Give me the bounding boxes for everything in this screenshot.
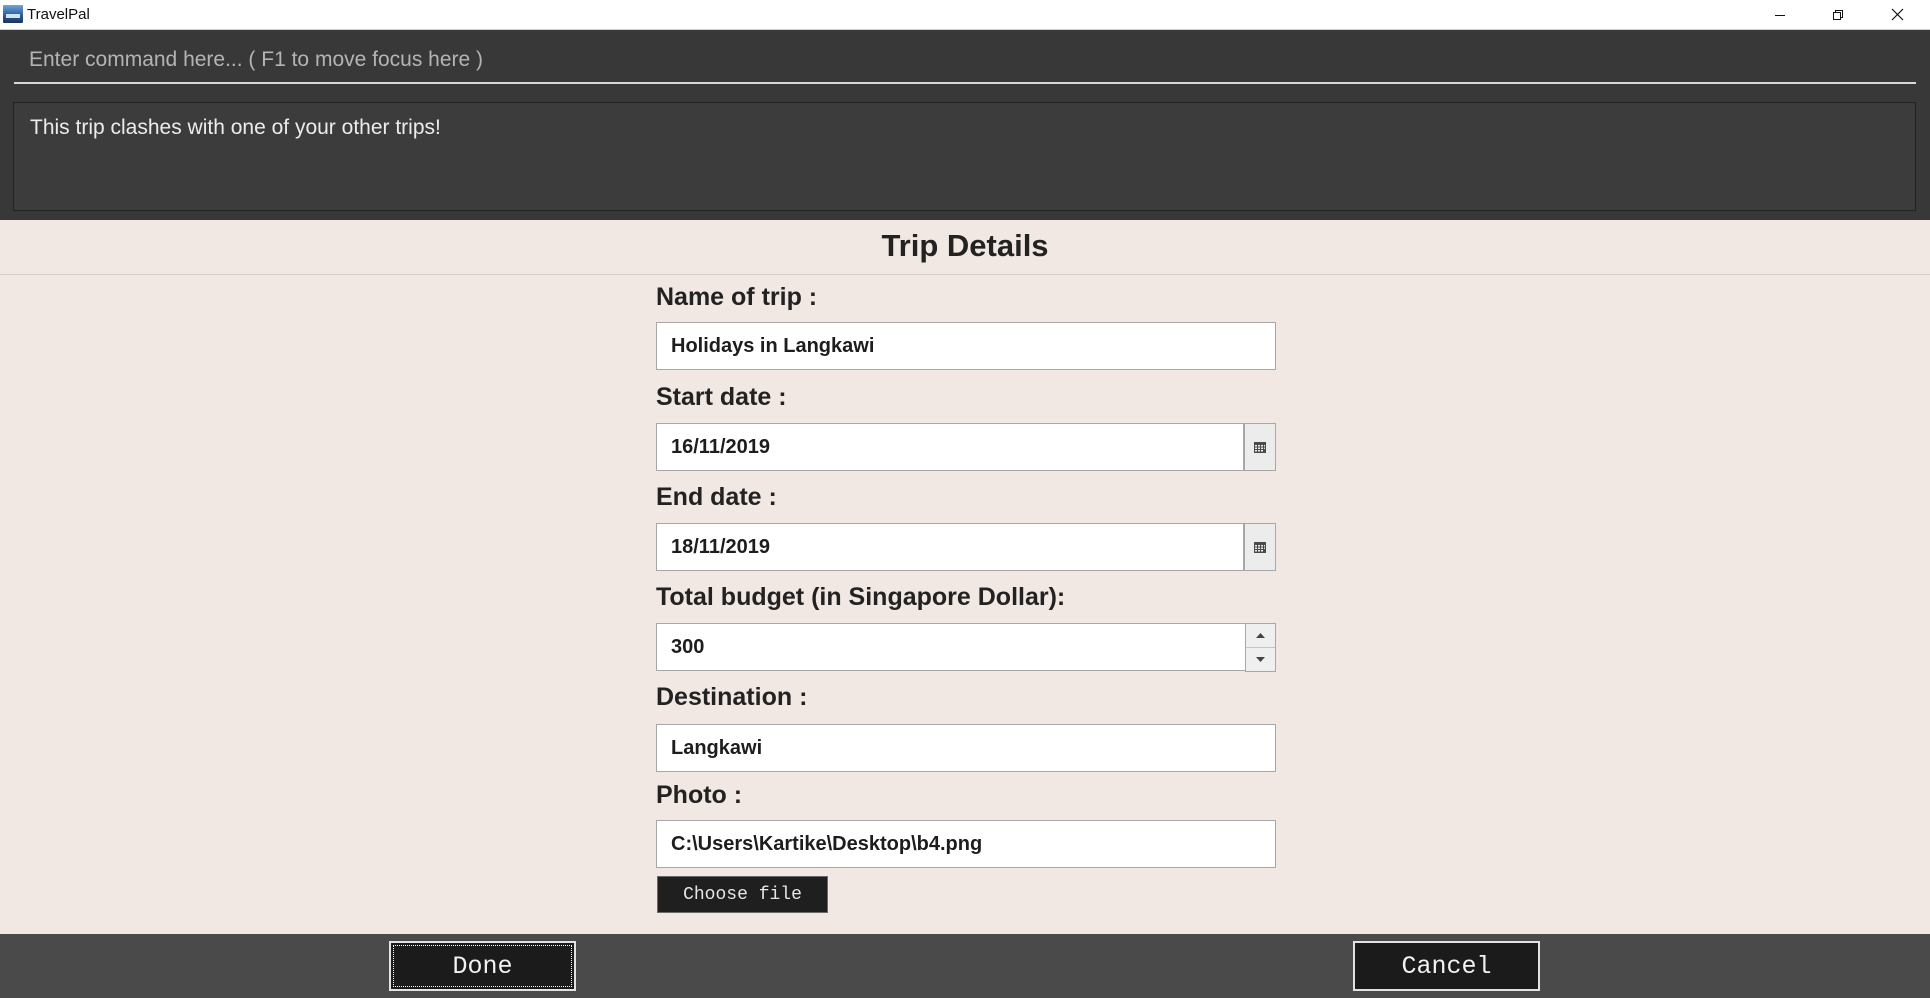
command-input[interactable] <box>14 38 1916 84</box>
decrement-button[interactable] <box>1246 648 1275 671</box>
budget-label: Total budget (in Singapore Dollar): <box>656 583 1066 611</box>
destination-label: Destination : <box>656 683 808 711</box>
start-date-label: Start date : <box>656 383 787 411</box>
minimize-button[interactable] <box>1751 0 1809 29</box>
command-area: This trip clashes with one of your other… <box>0 30 1930 220</box>
start-date-picker-button[interactable] <box>1244 423 1276 471</box>
budget-spinner <box>1245 623 1276 672</box>
form-title: Trip Details <box>881 228 1049 263</box>
trip-name-label: Name of trip : <box>656 283 818 311</box>
trip-details-form: Trip Details Name of trip : Start date :… <box>0 220 1930 934</box>
destination-field[interactable] <box>656 724 1276 772</box>
calendar-icon <box>1254 541 1266 553</box>
window-title-bar: TravelPal <box>0 0 1930 30</box>
cancel-button[interactable]: Cancel <box>1353 941 1540 991</box>
choose-file-button[interactable]: Choose file <box>657 876 828 913</box>
form-header: Trip Details <box>0 220 1930 275</box>
result-display: This trip clashes with one of your other… <box>13 102 1916 211</box>
trip-name-field[interactable] <box>656 322 1276 370</box>
end-date-label: End date : <box>656 483 777 511</box>
photo-label: Photo : <box>656 781 743 809</box>
restore-button[interactable] <box>1809 0 1867 29</box>
action-bar: Done Cancel <box>0 934 1930 998</box>
close-button[interactable] <box>1868 0 1926 29</box>
calendar-icon <box>1254 441 1266 453</box>
increment-button[interactable] <box>1246 624 1275 648</box>
photo-path-field[interactable] <box>656 820 1276 868</box>
window-title: TravelPal <box>27 6 90 23</box>
done-button[interactable]: Done <box>389 941 576 991</box>
app-icon <box>3 5 23 23</box>
chevron-down-icon <box>1256 657 1265 662</box>
end-date-picker-button[interactable] <box>1244 523 1276 571</box>
result-message: This trip clashes with one of your other… <box>30 116 441 139</box>
restore-icon <box>1833 9 1843 20</box>
budget-field[interactable] <box>656 623 1246 671</box>
minimize-icon <box>1775 14 1785 16</box>
end-date-field[interactable] <box>656 523 1244 571</box>
close-icon <box>1891 8 1903 21</box>
chevron-up-icon <box>1256 633 1265 638</box>
start-date-field[interactable] <box>656 423 1244 471</box>
